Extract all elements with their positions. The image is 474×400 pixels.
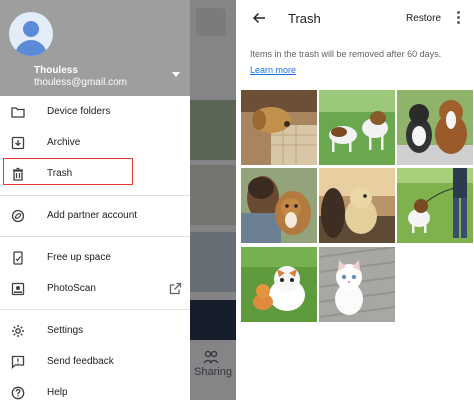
menu-item-device-folders[interactable]: Device folders: [0, 97, 190, 127]
menu-item-settings[interactable]: Settings: [0, 316, 190, 346]
trash-highlight-box: [3, 158, 133, 185]
trash-info-message: Items in the trash will be removed after…: [250, 49, 442, 59]
menu-item-send-feedback[interactable]: Send feedback: [0, 347, 190, 377]
page-title: Trash: [288, 11, 321, 26]
chevron-down-icon[interactable]: [172, 72, 180, 77]
photo-image: [319, 90, 395, 165]
photoscan-icon: [11, 282, 25, 296]
photo-image: [397, 90, 473, 165]
free-up-space-icon: [13, 251, 23, 265]
help-icon: [11, 386, 25, 400]
trash-photo-puppy-pillow[interactable]: [241, 90, 317, 165]
account-email: thouless@gmail.com: [34, 77, 127, 88]
trash-photo-man-with-dog[interactable]: [241, 168, 317, 243]
account-name: Thouless: [34, 65, 78, 76]
menu-item-add-partner-account[interactable]: Add partner account: [0, 201, 190, 231]
photo-image: [241, 90, 317, 165]
learn-more-link[interactable]: Learn more: [250, 65, 296, 75]
account-header: Thouless thouless@gmail.com: [0, 0, 190, 96]
menu-item-label: Add partner account: [47, 210, 138, 221]
menu-item-help[interactable]: Help: [0, 378, 190, 400]
archive-icon: [11, 136, 25, 150]
more-options-icon[interactable]: [457, 11, 461, 25]
trash-photo-beagle-leash[interactable]: [397, 168, 473, 243]
photo-image: [241, 247, 317, 322]
menu-item-label: Help: [47, 387, 68, 398]
divider: [0, 309, 190, 310]
folder-icon: [11, 107, 25, 118]
menu-item-archive[interactable]: Archive: [0, 128, 190, 158]
menu-item-label: PhotoScan: [47, 283, 96, 294]
avatar[interactable]: [9, 12, 53, 56]
trash-info-text: Items in the trash will be removed after…: [250, 46, 462, 78]
trash-screen: Trash Restore Items in the trash will be…: [238, 0, 474, 400]
trash-photo-white-kitten[interactable]: [319, 247, 395, 322]
menu-item-label: Send feedback: [47, 356, 114, 367]
photo-image: [397, 168, 473, 243]
menu-item-label: Settings: [47, 325, 84, 336]
photo-image: [319, 168, 395, 243]
menu-item-free-up-space[interactable]: Free up space: [0, 243, 190, 273]
trash-photo-beagles[interactable]: [319, 90, 395, 165]
trash-photo-puppy-kitten[interactable]: [241, 247, 317, 322]
gear-icon: [12, 325, 24, 337]
back-arrow-icon[interactable]: [252, 11, 266, 25]
open-external-icon[interactable]: [169, 282, 182, 295]
drawer-scrim[interactable]: [190, 0, 236, 400]
partner-sharing-icon: [11, 209, 25, 223]
restore-button[interactable]: Restore: [406, 13, 441, 24]
feedback-icon: [11, 355, 25, 369]
menu-item-photoscan[interactable]: PhotoScan: [0, 274, 190, 304]
menu-item-label: Archive: [47, 137, 81, 148]
divider: [0, 236, 190, 237]
menu-item-label: Free up space: [47, 252, 111, 263]
photo-image: [241, 168, 317, 243]
navigation-drawer: Thouless thouless@gmail.com Device folde…: [0, 0, 190, 400]
trash-photo-cat-and-dog[interactable]: [397, 90, 473, 165]
photo-image: [319, 247, 395, 322]
menu-item-label: Device folders: [47, 106, 111, 117]
left-screenshot: Sharing Thouless thouless@gmail.com Devi…: [0, 0, 236, 400]
trash-photo-golden-dog-lake[interactable]: [319, 168, 395, 243]
divider: [0, 195, 190, 196]
